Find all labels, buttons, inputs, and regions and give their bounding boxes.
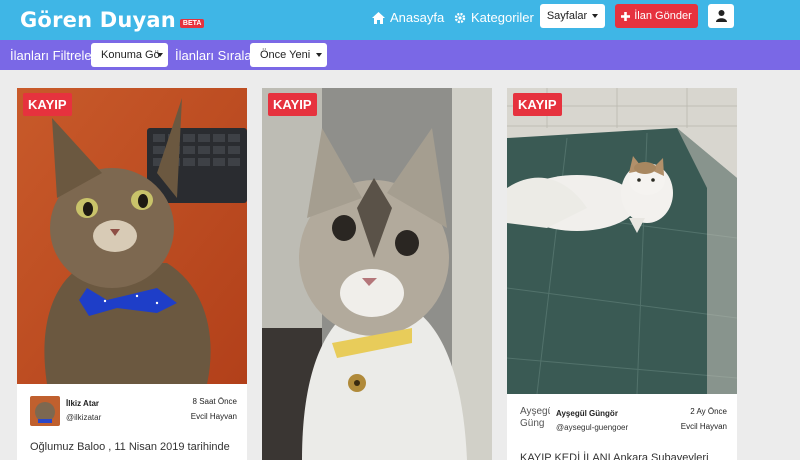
listing-photo[interactable]: KAYIP (507, 88, 737, 394)
top-navbar: Gören Duyan BETA Anasayfa Kategoriler Sa… (0, 0, 800, 40)
post-category: Evcil Hayvan (680, 422, 727, 431)
lost-badge: KAYIP (513, 93, 562, 116)
author-name[interactable]: Ayşegül Güngör (556, 409, 628, 418)
sort-select[interactable]: Önce Yeni (250, 43, 327, 67)
author-handle: @ilkizatar (66, 413, 102, 422)
sort-select-value: Önce Yeni (260, 49, 311, 61)
plus-icon (621, 11, 631, 21)
post-time: 2 Ay Önce (690, 407, 727, 416)
avatar[interactable] (30, 396, 60, 426)
chevron-down-icon (157, 53, 163, 57)
listing-photo[interactable]: KAYIP (262, 88, 492, 460)
nav-categories-label: Kategoriler (471, 10, 534, 25)
listing-card[interactable]: KAYIP Ayşegül Güng Ayşegül Güngör @ayseg… (507, 88, 737, 460)
beta-badge: BETA (179, 18, 205, 28)
brand-logo[interactable]: Gören Duyan BETA (20, 5, 205, 35)
chevron-down-icon (316, 53, 322, 57)
brand-name: Gören Duyan (20, 8, 176, 32)
filter-label: İlanları Filtrele: (10, 48, 96, 63)
cat-photo-image (507, 88, 737, 394)
author-info[interactable]: İlkiz Atar @ilkizatar (30, 396, 101, 426)
location-filter-select[interactable]: Konuma Gö (91, 43, 168, 67)
lost-badge: KAYIP (268, 93, 317, 116)
author-handle: @aysegul-guengoer (556, 423, 629, 432)
post-category: Evcil Hayvan (190, 412, 237, 421)
post-listing-button[interactable]: İlan Gönder (615, 4, 698, 28)
listing-description: KAYIP KEDİ İLANI Ankara Subayevleri (520, 452, 709, 460)
sort-label: İlanları Sırala: (175, 48, 256, 63)
cat-photo-image (262, 88, 492, 460)
user-icon (715, 10, 727, 22)
caret-down-icon (592, 14, 599, 18)
avatar[interactable]: Ayşegül Güng (520, 406, 550, 452)
post-listing-label: İlan Gönder (634, 10, 692, 22)
author-name[interactable]: İlkiz Atar (66, 399, 101, 408)
lost-badge: KAYIP (23, 93, 72, 116)
nav-home-link[interactable]: Anasayfa (372, 10, 444, 25)
gear-icon (454, 12, 466, 23)
cat-photo-image (17, 88, 247, 384)
filter-bar: İlanları Filtrele: Konuma Gö İlanları Sı… (0, 40, 800, 70)
pages-button-label: Sayfalar (546, 10, 588, 22)
nav-categories-link[interactable]: Kategoriler (454, 10, 534, 25)
nav-home-label: Anasayfa (390, 10, 445, 25)
avatar-image (30, 396, 60, 426)
listing-description: Oğlumuz Baloo , 11 Nisan 2019 tarihinde (30, 441, 230, 453)
author-info[interactable]: Ayşegül Güng Ayşegül Güngör @aysegul-gue… (520, 406, 628, 452)
pages-dropdown-button[interactable]: Sayfalar (540, 4, 605, 28)
listing-card[interactable]: KAYIP İlkiz Atar @ilkizatar 8 Saat Önce … (17, 88, 247, 460)
post-time: 8 Saat Önce (192, 397, 237, 406)
user-menu-button[interactable] (708, 4, 734, 28)
location-select-value: Konuma Gö (101, 49, 160, 61)
listing-card[interactable]: KAYIP (262, 88, 492, 460)
listing-photo[interactable]: KAYIP (17, 88, 247, 384)
home-icon (372, 11, 385, 24)
